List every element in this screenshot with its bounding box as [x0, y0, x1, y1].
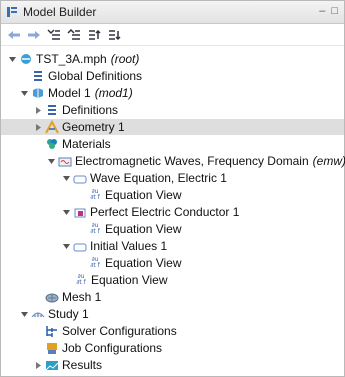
tree-node-equation-view[interactable]: ∂u ∂t f Equation View — [1, 187, 344, 203]
tree-node-label: TST_3A.mph — [36, 52, 107, 66]
tree-node-mesh[interactable]: Mesh 1 — [1, 289, 344, 305]
tree-node-definitions[interactable]: Definitions — [1, 102, 344, 118]
tree-node-root[interactable]: TST_3A.mph (root) — [1, 51, 344, 67]
definitions-icon — [45, 103, 59, 117]
expanded-arrow-icon[interactable] — [61, 173, 71, 183]
tree-node-label: Perfect Electric Conductor 1 — [90, 205, 240, 219]
move-down-icon[interactable] — [107, 28, 121, 42]
tree-node-label: Job Configurations — [62, 341, 163, 355]
materials-icon — [45, 137, 59, 151]
tree-node-equation-view[interactable]: ∂u ∂t f Equation View — [1, 221, 344, 237]
model-component-icon — [31, 86, 45, 100]
expanded-arrow-icon[interactable] — [19, 88, 29, 98]
model-builder-panel: Model Builder – □ TST_3A.mph (root) Glob… — [0, 0, 345, 377]
tree-node-pec[interactable]: Perfect Electric Conductor 1 — [1, 204, 344, 220]
expanded-arrow-icon[interactable] — [61, 207, 71, 217]
panel-title: Model Builder — [23, 5, 97, 19]
back-arrow-icon[interactable] — [7, 28, 21, 42]
tree-node-global-definitions[interactable]: Global Definitions — [1, 68, 344, 84]
equation-view-icon: ∂u ∂t f — [90, 222, 100, 235]
job-configurations-icon — [45, 341, 59, 355]
mesh-icon — [45, 290, 59, 304]
tree-node-label: Equation View — [105, 256, 182, 270]
tree-node-label: Initial Values 1 — [90, 239, 168, 253]
window-controls: – □ — [319, 5, 338, 17]
maximize-icon[interactable]: □ — [331, 5, 338, 17]
tree-node-label: Global Definitions — [48, 69, 143, 83]
tree-node-job-configurations[interactable]: Job Configurations — [1, 340, 344, 356]
expanded-arrow-icon[interactable] — [19, 309, 29, 319]
tree-node-geometry[interactable]: Geometry 1 — [1, 119, 344, 135]
domain-feature-icon — [73, 239, 87, 253]
tree-node-equation-view[interactable]: ∂u ∂t f Equation View — [1, 272, 344, 288]
study-icon — [31, 307, 45, 321]
show-icon[interactable] — [47, 28, 61, 42]
physics-interface-icon — [58, 154, 72, 168]
tree-node-solver-configurations[interactable]: Solver Configurations — [1, 323, 344, 339]
model-tree: TST_3A.mph (root) Global Definitions Mod… — [1, 49, 345, 376]
tree-node-tag: (root) — [110, 52, 140, 66]
tree-node-label: Wave Equation, Electric 1 — [90, 171, 227, 185]
equation-view-icon: ∂u ∂t f — [90, 256, 100, 269]
equation-view-icon: ∂u ∂t f — [76, 273, 86, 286]
panel-titlebar: Model Builder – □ — [1, 1, 344, 24]
tree-node-label: Study 1 — [48, 307, 89, 321]
geometry-icon — [45, 120, 59, 134]
tree-node-label: Equation View — [105, 222, 182, 236]
tree-node-physics-emw[interactable]: Electromagnetic Waves, Frequency Domain … — [1, 153, 345, 169]
minimize-icon[interactable]: – — [319, 5, 325, 17]
collapsed-arrow-icon[interactable] — [33, 360, 43, 370]
tree-node-label: Model 1 — [48, 86, 91, 100]
tree-node-tag: (mod1) — [94, 86, 133, 100]
boundary-feature-icon — [73, 205, 87, 219]
collapsed-arrow-icon[interactable] — [33, 105, 43, 115]
tree-node-equation-view[interactable]: ∂u ∂t f Equation View — [1, 255, 344, 271]
solver-configurations-icon — [45, 324, 59, 338]
tree-node-tag: (emw) — [312, 154, 345, 168]
domain-feature-icon — [73, 171, 87, 185]
tree-node-label: Geometry 1 — [62, 120, 125, 134]
tree-node-label: Mesh 1 — [62, 290, 102, 304]
tree-node-results[interactable]: Results — [1, 357, 344, 373]
toolbar — [1, 24, 344, 46]
tree-node-label: Definitions — [62, 103, 119, 117]
definitions-icon — [31, 69, 45, 83]
tree-node-model[interactable]: Model 1 (mod1) — [1, 85, 344, 101]
expanded-arrow-icon[interactable] — [61, 241, 71, 251]
model-builder-icon — [5, 5, 19, 19]
tree-node-initial-values[interactable]: Initial Values 1 — [1, 238, 344, 254]
expanded-arrow-icon[interactable] — [7, 54, 17, 64]
tree-node-wave-equation[interactable]: Wave Equation, Electric 1 — [1, 170, 344, 186]
tree-node-label: Solver Configurations — [62, 324, 177, 338]
tree-node-materials[interactable]: Materials — [1, 136, 344, 152]
tree-node-label: Materials — [62, 137, 111, 151]
tree-node-label: Equation View — [91, 273, 168, 287]
forward-arrow-icon[interactable] — [27, 28, 41, 42]
collapsed-arrow-icon[interactable] — [33, 122, 43, 132]
tree-node-label: Equation View — [105, 188, 182, 202]
tree-node-study[interactable]: Study 1 — [1, 306, 344, 322]
tree-node-label: Electromagnetic Waves, Frequency Domain — [75, 154, 309, 168]
move-up-icon[interactable] — [87, 28, 101, 42]
equation-view-icon: ∂u ∂t f — [90, 188, 100, 201]
collapse-icon[interactable] — [67, 28, 81, 42]
model-file-icon — [19, 52, 33, 66]
expanded-arrow-icon[interactable] — [47, 156, 56, 166]
tree-node-label: Results — [62, 358, 103, 372]
results-icon — [45, 358, 59, 372]
